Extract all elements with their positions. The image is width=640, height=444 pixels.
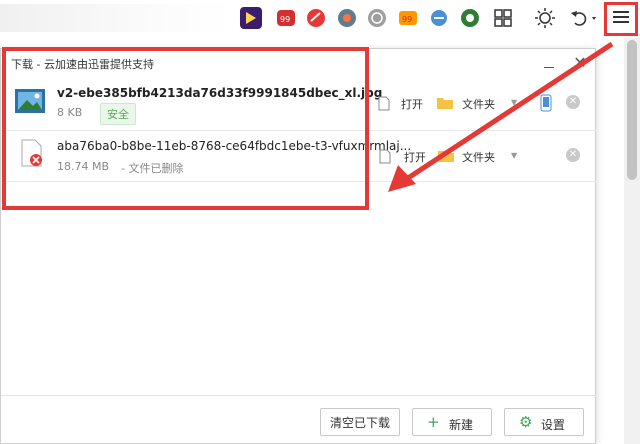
svg-text:99: 99 bbox=[402, 15, 412, 24]
folder-icon bbox=[438, 151, 454, 162]
grey-app-icon[interactable] bbox=[366, 7, 388, 29]
address-bar[interactable] bbox=[0, 4, 230, 32]
panel-title: 下载 - 云加速由迅雷提供支持 bbox=[11, 58, 154, 71]
minimize-button[interactable] bbox=[541, 55, 557, 71]
svg-text:99: 99 bbox=[280, 15, 290, 24]
folder-button[interactable]: 文件夹 bbox=[462, 149, 495, 165]
new-download-button[interactable]: + 新建 bbox=[412, 408, 492, 436]
settings-button[interactable]: ⚙ 设置 bbox=[504, 408, 584, 436]
folder-dropdown-icon[interactable]: ▼ bbox=[511, 151, 517, 160]
red-app-icon[interactable] bbox=[305, 7, 327, 29]
grid-icon[interactable] bbox=[492, 7, 514, 29]
folder-button[interactable]: 文件夹 bbox=[462, 96, 495, 112]
app-badge-icon[interactable]: 99 bbox=[275, 7, 297, 29]
browser-toolbar: 99 99 bbox=[0, 0, 640, 38]
folder-dropdown-icon[interactable]: ▼ bbox=[511, 98, 517, 107]
download-item[interactable]: aba76ba0-b8be-11eb-8768-ce64fbdc1ebe-t3-… bbox=[1, 130, 597, 182]
remove-item-button[interactable]: ✕ bbox=[566, 148, 580, 162]
phone-icon[interactable] bbox=[540, 94, 552, 112]
game-app-icon[interactable] bbox=[336, 7, 358, 29]
image-file-icon bbox=[15, 88, 45, 114]
close-button[interactable]: ✕ bbox=[571, 54, 589, 72]
scrollbar-thumb[interactable] bbox=[627, 40, 637, 180]
gear-icon: ⚙ bbox=[519, 413, 533, 431]
file-name[interactable]: v2-ebe385bfb4213da76d33f9991845dbec_xl.j… bbox=[57, 86, 382, 100]
folder-icon bbox=[437, 98, 453, 109]
file-icon bbox=[379, 149, 391, 164]
open-button[interactable]: 打开 bbox=[401, 96, 423, 112]
file-name[interactable]: aba76ba0-b8be-11eb-8768-ce64fbdc1ebe-t3-… bbox=[57, 139, 411, 153]
file-icon bbox=[378, 96, 390, 111]
undo-icon[interactable] bbox=[568, 7, 598, 29]
menu-icon[interactable] bbox=[611, 8, 631, 28]
fire-app-icon[interactable]: 99 bbox=[397, 7, 419, 29]
clear-downloads-button[interactable]: 清空已下载 bbox=[320, 408, 400, 436]
panel-header: 下载 - 云加速由迅雷提供支持 ✕ bbox=[1, 49, 595, 79]
plus-icon: + bbox=[427, 413, 440, 431]
settings-label: 设置 bbox=[541, 418, 566, 432]
remove-item-button[interactable]: ✕ bbox=[566, 95, 580, 109]
file-size: 8 KB bbox=[57, 106, 83, 119]
safe-badge: 安全 bbox=[100, 103, 136, 125]
file-size: 18.74 MB bbox=[57, 160, 110, 173]
clear-downloads-label: 清空已下载 bbox=[329, 415, 390, 430]
open-button[interactable]: 打开 bbox=[404, 149, 426, 165]
deleted-status: - 文件已删除 bbox=[121, 162, 184, 175]
video-app-icon[interactable] bbox=[240, 7, 262, 29]
panel-footer: 清空已下载 + 新建 ⚙ 设置 bbox=[1, 395, 597, 444]
green-app-icon[interactable] bbox=[459, 7, 481, 29]
download-panel: 下载 - 云加速由迅雷提供支持 ✕ v2-ebe385bfb4213da76d3… bbox=[0, 48, 597, 444]
brightness-icon[interactable] bbox=[534, 7, 556, 29]
minus-circle-icon[interactable] bbox=[428, 7, 450, 29]
deleted-file-icon bbox=[21, 139, 43, 167]
new-download-label: 新建 bbox=[449, 418, 474, 432]
download-item[interactable]: v2-ebe385bfb4213da76d33f9991845dbec_xl.j… bbox=[1, 78, 597, 130]
